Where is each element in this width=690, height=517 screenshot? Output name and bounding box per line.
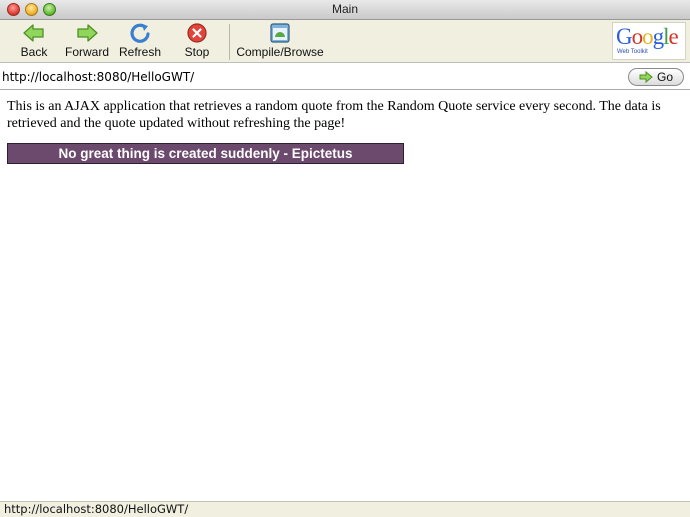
window-titlebar: Main (0, 0, 690, 20)
refresh-icon (130, 23, 150, 43)
go-arrow-icon (639, 71, 653, 83)
stop-button[interactable]: Stop (180, 22, 214, 62)
compile-browse-icon (270, 23, 290, 43)
url-input[interactable] (2, 67, 620, 86)
page-content: This is an AJAX application that retriev… (7, 98, 683, 164)
intro-text: This is an AJAX application that retriev… (7, 99, 661, 131)
address-bar: Go (0, 64, 690, 90)
browser-toolbar: Back Forward Refresh Stop Compile/Browse… (0, 20, 690, 63)
google-web-toolkit-logo: Google Web Toolkit (612, 22, 686, 60)
window-title: Main (331, 2, 358, 16)
compile-browse-button[interactable]: Compile/Browse (234, 22, 326, 62)
quote-label: No great thing is created suddenly - Epi… (7, 143, 404, 164)
stop-label: Stop (184, 45, 210, 59)
forward-arrow-icon (77, 24, 98, 42)
back-arrow-icon (23, 24, 44, 42)
compile-browse-label: Compile/Browse (236, 45, 324, 59)
logo-word: Google (616, 24, 679, 49)
refresh-label: Refresh (118, 45, 162, 59)
forward-button[interactable]: Forward (62, 22, 112, 62)
logo-subtitle: Web Toolkit (617, 49, 648, 55)
toolbar-separator (229, 24, 230, 60)
stop-icon (187, 23, 207, 43)
status-bar: http://localhost:8080/HelloGWT/ (0, 501, 690, 517)
refresh-button[interactable]: Refresh (117, 22, 163, 62)
forward-label: Forward (64, 45, 109, 59)
back-button[interactable]: Back (16, 22, 52, 62)
back-label: Back (20, 45, 48, 59)
go-button[interactable]: Go (628, 68, 684, 86)
go-label: Go (656, 70, 673, 84)
